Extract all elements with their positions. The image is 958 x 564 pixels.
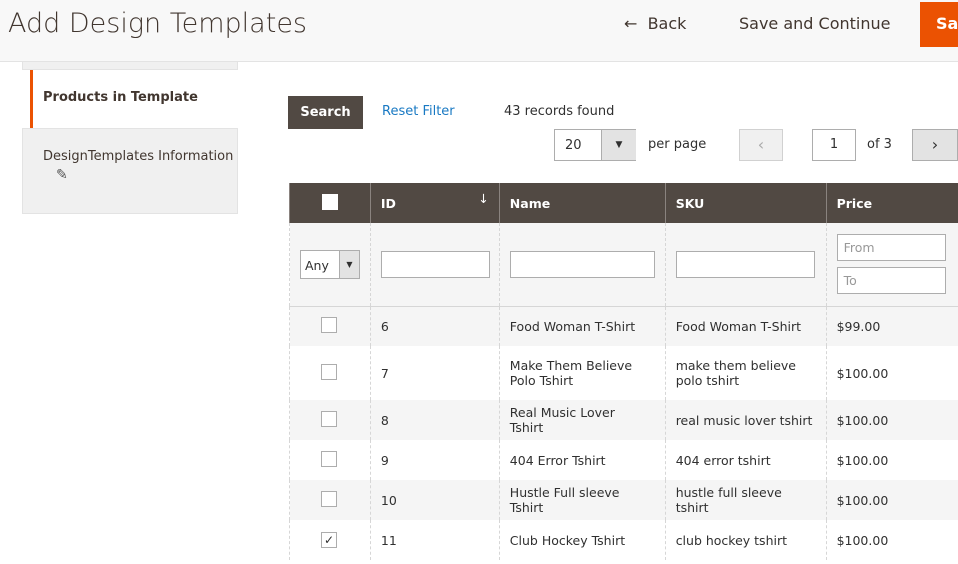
row-checkbox[interactable] [321,316,337,333]
table-row[interactable]: 6 Food Woman T-Shirt Food Woman T-Shirt … [289,306,958,346]
page-title: Add Design Templates [8,8,307,39]
column-sku[interactable]: SKU [664,183,827,223]
column-id[interactable]: ID ↓ [369,183,500,223]
per-page-select[interactable]: 20 ▼ [554,129,636,161]
back-button[interactable]: ← Back [624,14,686,33]
tabs: Products in Template DesignTemplates Inf… [22,62,238,214]
chevron-left-icon: ‹ [757,135,765,154]
table-row[interactable]: 7 Make Them Believe Polo Tshirt make the… [289,346,958,400]
in-template-filter-select[interactable]: Any ▼ [300,249,360,279]
row-checkbox[interactable] [321,363,337,380]
column-price[interactable]: Price [825,183,958,223]
cell-id: 7 [369,346,500,400]
arrow-left-icon: ← [624,14,638,33]
cell-name: Food Woman T-Shirt [498,306,666,346]
page-header: Add Design Templates ← Back Save and Con… [0,0,958,62]
cell-price: $100.00 [825,520,958,560]
cell-name: Club Hockey Tshirt [498,520,666,560]
page-total: of 3 [867,137,892,152]
cell-name: Make Them Believe Polo Tshirt [498,346,666,400]
cell-price: $100.00 [825,440,958,480]
cell-id: 11 [369,520,500,560]
row-checkbox[interactable] [321,490,337,507]
select-all-checkbox[interactable] [321,193,338,210]
select-all-header [289,183,371,223]
cell-id: 8 [369,400,500,440]
cell-sku: make them believe polo tshirt [664,346,827,400]
name-filter-input[interactable] [509,250,655,278]
cell-id: 9 [369,440,500,480]
save-and-continue-button[interactable]: Save and Continue [739,14,891,33]
cell-sku: 404 error tshirt [664,440,827,480]
caret-down-icon: ▼ [339,250,359,278]
sort-arrow-icon: ↓ [478,191,489,206]
cell-sku: hustle full sleeve tshirt [664,480,827,520]
pencil-icon: ✎ [56,167,68,183]
cell-id: 10 [369,480,500,520]
cell-name: Real Music Lover Tshirt [498,400,666,440]
cell-price: $100.00 [825,346,958,400]
table-row[interactable]: 9 404 Error Tshirt 404 error tshirt $100… [289,440,958,480]
prev-page-button[interactable]: ‹ [739,129,783,161]
row-checkbox[interactable] [321,410,337,427]
table-row[interactable]: 10 Hustle Full sleeve Tshirt hustle full… [289,480,958,520]
cell-name: Hustle Full sleeve Tshirt [498,480,666,520]
search-button[interactable]: Search [288,96,363,129]
save-button[interactable]: Save [920,2,958,47]
table-row[interactable]: ✓ 11 Club Hockey Tshirt club hockey tshi… [289,520,958,560]
cell-sku: real music lover tshirt [664,400,827,440]
row-checkbox[interactable] [321,450,337,467]
price-to-input[interactable]: To [836,267,946,295]
cell-sku: Food Woman T-Shirt [664,306,827,346]
page-input[interactable]: 1 [812,129,856,161]
products-grid: ID ↓ Name SKU Price Any ▼ From To 6 Food Wo… [289,183,958,560]
cell-sku: club hockey tshirt [664,520,827,560]
per-page-label: per page [648,137,707,152]
reset-filter-link[interactable]: Reset Filter [382,104,455,119]
cell-name: 404 Error Tshirt [498,440,666,480]
records-count: 43 records found [504,104,615,119]
next-page-button[interactable]: › [912,129,958,161]
chevron-right-icon: › [931,135,939,154]
cell-price: $100.00 [825,400,958,440]
table-row[interactable]: 8 Real Music Lover Tshirt real music lov… [289,400,958,440]
cell-price: $100.00 [825,480,958,520]
price-from-input[interactable]: From [836,234,946,262]
tab-products-in-template[interactable]: Products in Template [30,70,238,128]
tab-designtemplates-information[interactable]: DesignTemplates Information ✎ [22,128,238,214]
id-filter-input[interactable] [380,250,490,278]
caret-down-icon[interactable]: ▼ [601,130,636,160]
column-name[interactable]: Name [498,183,666,223]
cell-price: $99.00 [825,306,958,346]
cell-id: 6 [369,306,500,346]
row-checkbox[interactable]: ✓ [321,532,337,548]
sku-filter-input[interactable] [675,250,815,278]
